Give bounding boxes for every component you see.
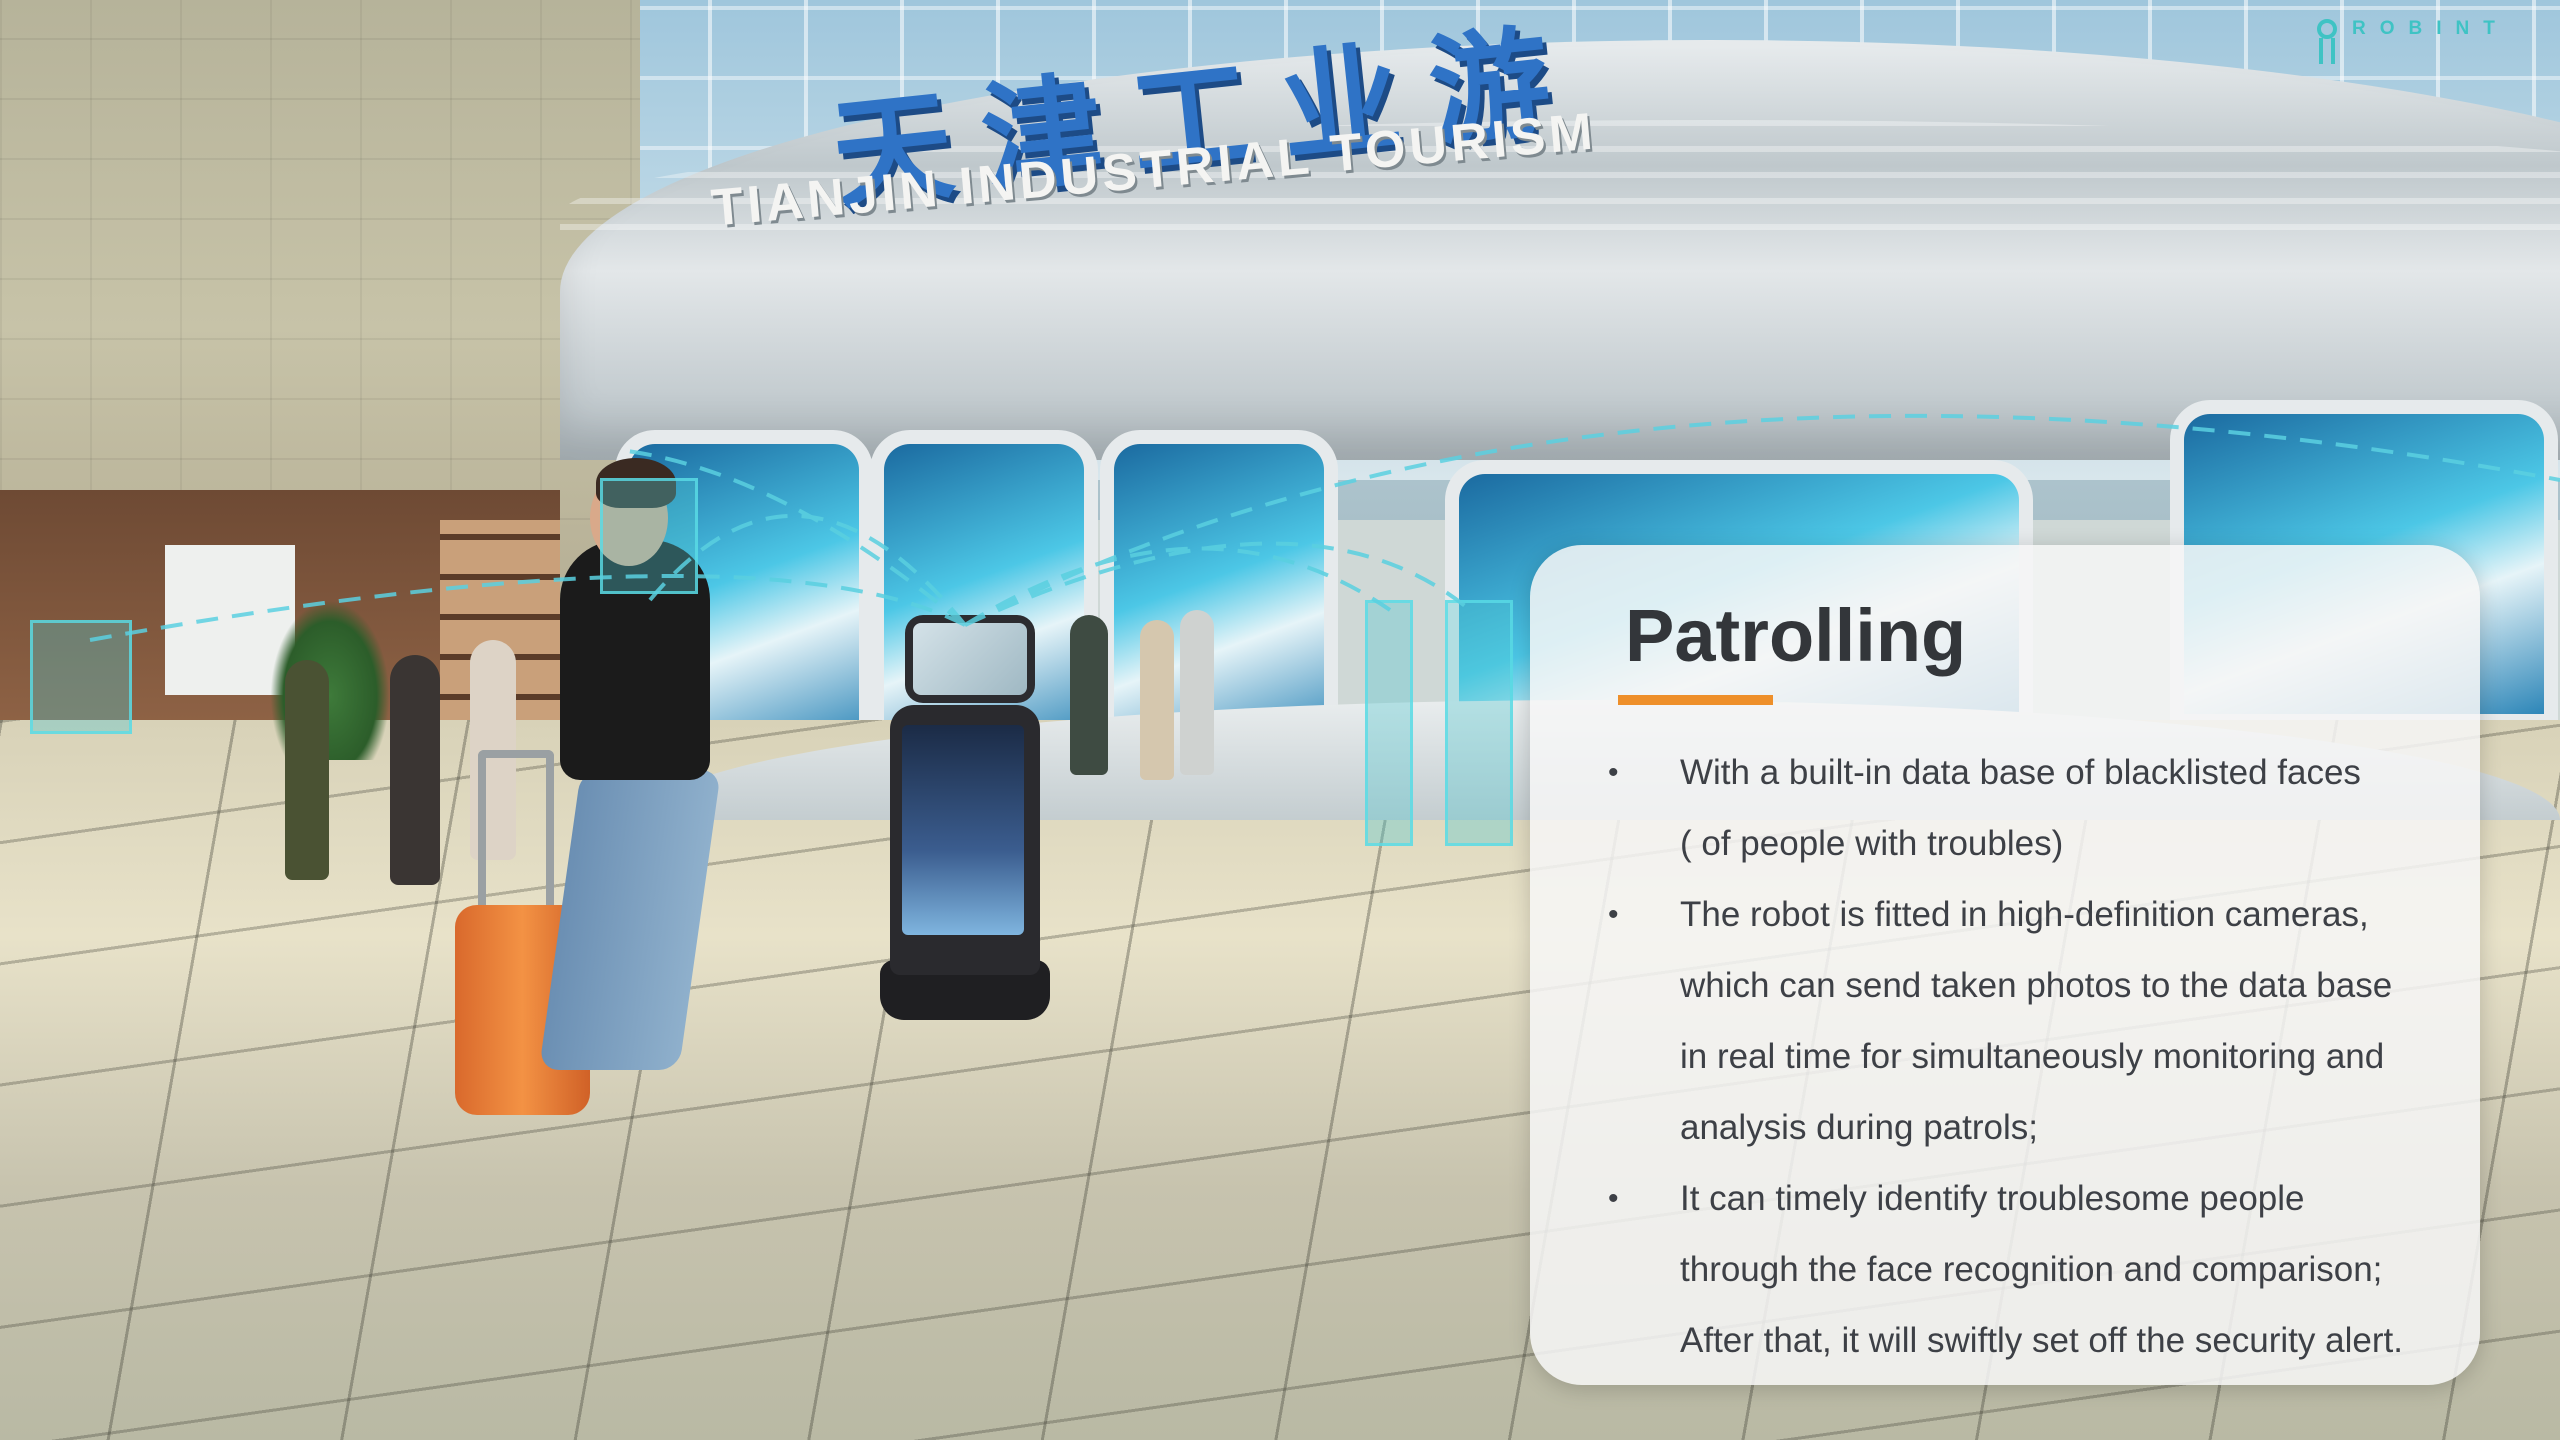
title-underline — [1618, 695, 1773, 705]
visitor — [1140, 620, 1174, 780]
feature-bullet: • It can timely identify troublesome peo… — [1570, 1163, 2450, 1376]
bullet-icon: • — [1608, 898, 1619, 931]
robot-head-screen — [913, 623, 1027, 695]
feature-bullet: • With a built-in data base of blacklist… — [1570, 737, 2450, 879]
card-title: Patrolling — [1625, 594, 1967, 677]
bullet-line: ( of people with troubles) — [1680, 824, 2064, 863]
bullet-icon: • — [1608, 1182, 1619, 1215]
bullet-line: The robot is fitted in high-definition c… — [1680, 895, 2369, 934]
logo-text: ROBINT — [2352, 18, 2509, 39]
patrolling-info-card: Patrolling • With a built-in data base o… — [1530, 545, 2480, 1385]
visitor — [1180, 610, 1214, 775]
robot-screen — [902, 725, 1024, 935]
visitor — [1070, 615, 1108, 775]
body-detection-box — [1445, 600, 1513, 846]
bullet-icon: • — [1608, 756, 1619, 789]
face-detection-box — [600, 478, 698, 594]
bullet-line: With a built-in data base of blacklisted… — [1680, 753, 2361, 792]
feature-list: • With a built-in data base of blacklist… — [1570, 737, 2450, 1376]
bullet-line: in real time for simultaneously monitori… — [1680, 1037, 2385, 1076]
face-detection-box — [30, 620, 132, 734]
bullet-line: analysis during patrols; — [1680, 1108, 2038, 1147]
robint-logo: ROBINT — [2314, 14, 2554, 74]
visitor — [390, 655, 440, 885]
robint-logo-icon — [2317, 19, 2337, 64]
bullet-line: through the face recognition and compari… — [1680, 1250, 2383, 1289]
suitcase-handle — [478, 750, 554, 918]
bullet-line: It can timely identify troublesome peopl… — [1680, 1179, 2305, 1218]
feature-bullet: • The robot is fitted in high-definition… — [1570, 879, 2450, 1163]
body-detection-box — [1365, 600, 1413, 846]
bullet-line: which can send taken photos to the data … — [1680, 966, 2393, 1005]
bullet-line: After that, it will swiftly set off the … — [1680, 1321, 2403, 1360]
visitor — [285, 660, 329, 880]
